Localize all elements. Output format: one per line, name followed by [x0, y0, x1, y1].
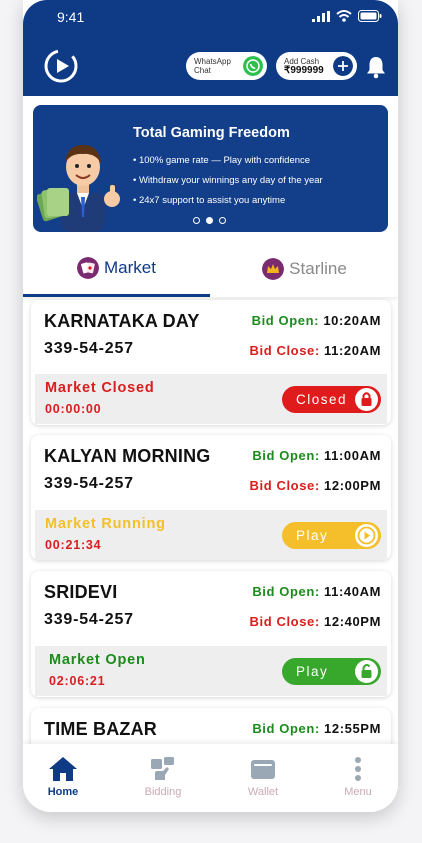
- carousel-dots: [193, 217, 226, 224]
- lock-icon: [355, 388, 378, 411]
- carousel-dot-active[interactable]: [206, 217, 213, 224]
- plus-icon: [333, 56, 353, 76]
- closed-button[interactable]: Closed: [282, 386, 381, 413]
- whatsapp-label: WhatsApp: [194, 57, 231, 66]
- market-name: TIME BAZAR: [44, 719, 157, 739]
- banner-feature: • 100% game rate — Play with confidence: [133, 155, 311, 166]
- carousel-dot[interactable]: [219, 217, 226, 224]
- bid-close-label: Bid Close:: [249, 614, 320, 629]
- unlock-icon: [355, 660, 378, 683]
- market-name: SRIDEVI: [44, 582, 118, 602]
- wifi-icon: [336, 10, 352, 22]
- bid-open-time: 12:55PM: [324, 721, 381, 736]
- nav-menu-label: Menu: [344, 786, 372, 798]
- bid-open-label: Bid Open:: [251, 313, 320, 328]
- signal-icon: [312, 10, 330, 22]
- market-status-bar: Market Closed 00:00:00 Closed: [35, 374, 387, 424]
- market-result: 339-54-257: [44, 475, 134, 492]
- banner-feature: • 24x7 support to assist you anytime: [133, 195, 286, 206]
- bid-open-label: Bid Open:: [252, 448, 320, 463]
- market-tabs: Market Starline: [23, 241, 398, 297]
- nav-bidding-label: Bidding: [144, 786, 182, 798]
- more-vertical-icon: [355, 757, 361, 781]
- carousel-dot[interactable]: [193, 217, 200, 224]
- battery-icon: [358, 10, 382, 22]
- cards-icon: [77, 256, 100, 279]
- nav-menu[interactable]: Menu: [318, 756, 398, 798]
- whatsapp-icon: [243, 56, 263, 76]
- play-button[interactable]: Play: [282, 522, 381, 549]
- market-card[interactable]: KARNATAKA DAY 339-54-257 Bid Open: 10:20…: [31, 300, 391, 425]
- bidding-icon: [151, 757, 174, 780]
- banner-title: Total Gaming Freedom: [133, 125, 290, 141]
- bid-open-label: Bid Open:: [252, 721, 320, 736]
- app-logo-icon[interactable]: [43, 48, 79, 84]
- market-status-bar: Market Open 02:06:21 Play: [35, 646, 387, 696]
- nav-home[interactable]: Home: [23, 756, 103, 798]
- bid-close-time: 12:40PM: [324, 614, 381, 629]
- status-icons: [312, 10, 382, 22]
- mascot-illustration: [37, 145, 120, 232]
- bid-close-time: 11:20AM: [324, 343, 381, 358]
- market-result: 339-54-257: [44, 340, 134, 357]
- market-name: KALYAN MORNING: [44, 446, 211, 466]
- market-timer: 00:21:34: [45, 538, 102, 552]
- promo-banner[interactable]: Total Gaming Freedom • 100% game rate — …: [33, 105, 388, 232]
- bid-open-time: 11:00AM: [324, 448, 381, 463]
- tab-market[interactable]: Market: [23, 241, 210, 297]
- play-button-label: Play: [296, 664, 329, 679]
- bid-open-time: 10:20AM: [323, 313, 381, 328]
- closed-button-label: Closed: [296, 392, 348, 407]
- bid-close-label: Bid Close:: [249, 478, 320, 493]
- market-status: Market Running: [45, 516, 166, 532]
- add-cash-button[interactable]: Add Cash ₹999999: [276, 52, 357, 80]
- market-status: Market Closed: [45, 380, 155, 396]
- bottom-nav: Home Bidding Wallet Menu: [23, 744, 398, 812]
- market-timer: 02:06:21: [49, 674, 106, 688]
- tab-starline[interactable]: Starline: [211, 241, 398, 297]
- market-timer: 00:00:00: [45, 402, 102, 416]
- play-button[interactable]: Play: [282, 658, 381, 685]
- wallet-icon: [251, 760, 275, 779]
- market-card[interactable]: KALYAN MORNING 339-54-257 Bid Open: 11:0…: [31, 435, 391, 560]
- banner-feature: • Withdraw your winnings any day of the …: [133, 175, 323, 186]
- bid-close-time: 12:00PM: [324, 478, 381, 493]
- wallet-balance: ₹999999: [284, 65, 324, 76]
- play-button-label: Play: [296, 528, 329, 543]
- bid-close-label: Bid Close:: [249, 343, 320, 358]
- bid-open-time: 11:40AM: [324, 584, 381, 599]
- nav-home-label: Home: [47, 786, 79, 798]
- tab-starline-label: Starline: [289, 259, 347, 278]
- crown-icon: [262, 258, 285, 280]
- whatsapp-chat-button[interactable]: WhatsApp Chat: [186, 52, 267, 80]
- bell-icon[interactable]: [365, 55, 387, 79]
- phone-screen: 9:41 WhatsApp Chat Add Cash ₹999999 Tota…: [23, 0, 398, 812]
- market-card[interactable]: SRIDEVI 339-54-257 Bid Open: 11:40AM Bid…: [31, 571, 391, 697]
- market-result: 339-54-257: [44, 611, 134, 628]
- home-icon: [49, 757, 77, 781]
- whatsapp-sublabel: Chat: [194, 66, 211, 75]
- status-time: 9:41: [57, 9, 85, 25]
- nav-bidding[interactable]: Bidding: [123, 756, 203, 798]
- nav-wallet-label: Wallet: [247, 786, 279, 798]
- market-name: KARNATAKA DAY: [44, 311, 200, 331]
- play-icon: [355, 524, 378, 547]
- market-status: Market Open: [49, 652, 146, 668]
- app-header: 9:41 WhatsApp Chat Add Cash ₹999999: [23, 0, 398, 96]
- nav-wallet[interactable]: Wallet: [223, 756, 303, 798]
- tab-market-label: Market: [104, 257, 156, 277]
- market-status-bar: Market Running 00:21:34 Play: [35, 510, 387, 560]
- bid-open-label: Bid Open:: [252, 584, 320, 599]
